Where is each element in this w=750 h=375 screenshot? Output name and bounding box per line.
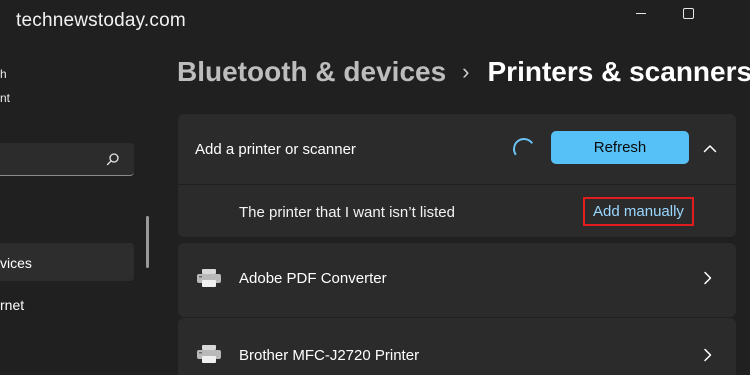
sidebar-search-input[interactable]: [0, 143, 134, 176]
sidebar-item-network-internet[interactable]: rnet: [0, 297, 24, 313]
breadcrumb-separator-icon: ›: [462, 59, 470, 84]
add-printer-label: Add a printer or scanner: [195, 141, 356, 158]
maximize-icon: [682, 7, 694, 19]
printer-name: Adobe PDF Converter: [239, 270, 387, 287]
loading-spinner-icon: [511, 136, 537, 162]
printer-not-listed-row: The printer that I want isn’t listed Add…: [178, 185, 736, 237]
printer-icon: [197, 269, 221, 287]
refresh-button[interactable]: Refresh: [551, 131, 689, 164]
breadcrumb: Bluetooth & devices › Printers & scanner…: [177, 56, 750, 88]
sidebar-scrollbar[interactable]: [146, 216, 149, 268]
sidebar-user-name-fragment: h: [0, 67, 7, 81]
chevron-right-icon: [704, 271, 712, 285]
minimize-icon: [636, 12, 646, 14]
printer-icon: [197, 345, 221, 363]
printer-not-listed-label: The printer that I want isn’t listed: [239, 204, 455, 221]
minimize-button[interactable]: [618, 0, 664, 26]
printer-item-adobe-pdf-converter[interactable]: Adobe PDF Converter: [178, 243, 736, 317]
settings-window: technewstoday.com h nt vices rnet Blueto…: [0, 0, 750, 375]
add-manually-button[interactable]: Add manually: [583, 197, 694, 226]
sidebar-item-bluetooth-devices[interactable]: vices: [0, 255, 32, 271]
chevron-right-icon: [704, 348, 712, 362]
watermark: technewstoday.com: [16, 10, 186, 31]
printer-item-brother-mfc-j2720[interactable]: Brother MFC-J2720 Printer: [178, 318, 736, 375]
page-title: Printers & scanners: [487, 56, 750, 87]
breadcrumb-parent[interactable]: Bluetooth & devices: [177, 56, 446, 88]
add-printer-card: Add a printer or scanner Refresh: [178, 114, 736, 184]
maximize-button[interactable]: [665, 0, 711, 26]
chevron-up-icon: [703, 144, 717, 152]
collapse-button[interactable]: [698, 136, 722, 160]
sidebar-user-account-fragment: nt: [0, 91, 11, 105]
printer-name: Brother MFC-J2720 Printer: [239, 347, 420, 364]
search-icon[interactable]: [106, 152, 120, 166]
